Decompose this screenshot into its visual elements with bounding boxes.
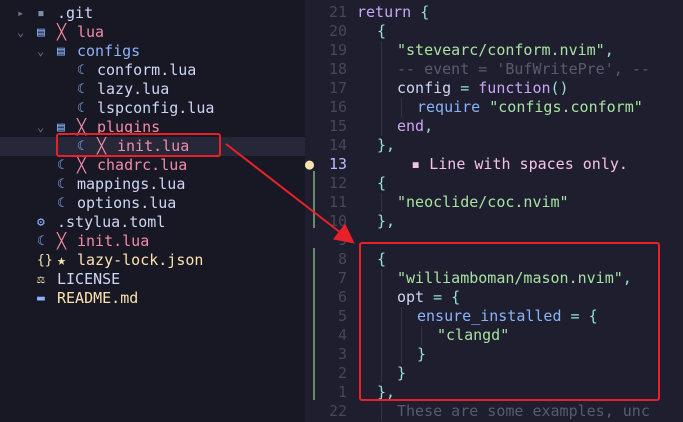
annotation-arrow bbox=[225, 143, 355, 244]
arrow-line bbox=[225, 143, 355, 244]
